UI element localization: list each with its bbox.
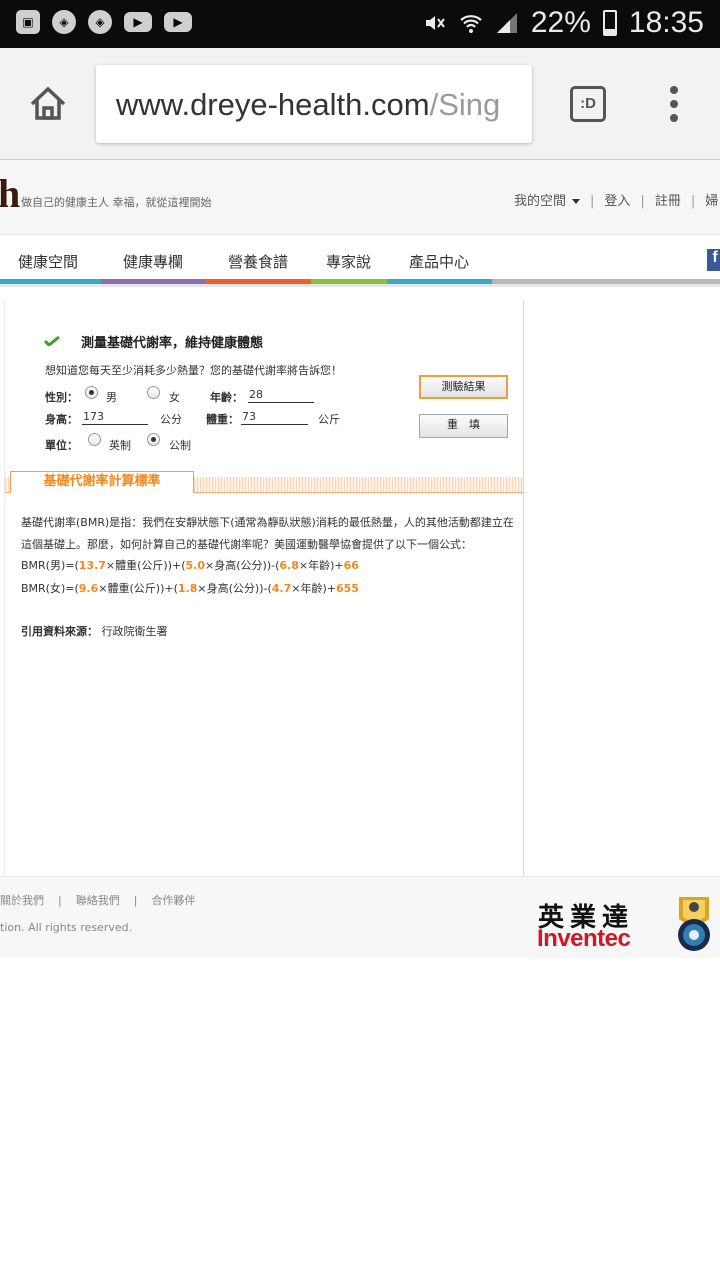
section-title: 基礎代謝率計算標準 xyxy=(10,471,194,493)
nav-item-experts[interactable]: 專家說 xyxy=(326,251,371,272)
weight-label: 體重： xyxy=(206,413,239,426)
bmr-formula-male: BMR(男)=(13.7×體重(公斤))+(5.0×身高(公分))-(6.8×年… xyxy=(21,559,359,572)
nav-item-health-column[interactable]: 健康專欄 xyxy=(123,251,183,272)
footer-link-about[interactable]: 關於我們 xyxy=(0,894,44,907)
unit-imperial-radio[interactable] xyxy=(88,433,101,446)
calculator-title: 測量基礎代謝率，維持健康體態 xyxy=(81,336,264,351)
login-link[interactable]: 登入 xyxy=(604,194,630,209)
footer-link-contact[interactable]: 聯絡我們 xyxy=(76,894,120,907)
tab-switcher-button[interactable]: :D xyxy=(570,86,606,122)
bmr-description: 基礎代謝率(BMR)是指：我們在安靜狀態下(通常為靜臥狀態)消耗的最低熱量，人的… xyxy=(21,516,514,551)
extra-link[interactable]: 婦 xyxy=(705,194,718,209)
weight-unit: 公斤 xyxy=(318,413,340,426)
nav-divider xyxy=(0,284,720,287)
copyright: tion. All rights reserved. xyxy=(0,921,133,934)
submit-button[interactable]: 測驗結果 xyxy=(419,375,508,399)
source-citation: 引用資料來源： 行政院衛生署 xyxy=(21,623,168,639)
facebook-icon[interactable]: f xyxy=(707,249,720,271)
register-link[interactable]: 註冊 xyxy=(655,194,681,209)
unit-metric-label: 公制 xyxy=(169,439,191,452)
calculator-subtitle: 想知道您每天至少消耗多少熱量？您的基礎代謝率將告訴您！ xyxy=(45,364,342,377)
url-domain: www.dreye-health.com xyxy=(116,87,430,122)
unit-label: 單位： xyxy=(45,439,78,452)
site-header: h 做自己的健康主人 幸福，就從這裡開始 我的空間 | 登入 | 註冊 | 婦 xyxy=(0,160,720,234)
height-label: 身高： xyxy=(45,413,78,426)
youtube-icon: ▶ xyxy=(124,12,152,32)
height-input[interactable]: 173 xyxy=(82,411,148,425)
overflow-menu-icon[interactable] xyxy=(664,86,684,122)
inventec-logo-en: Inventec xyxy=(537,925,631,952)
unit-imperial-label: 英制 xyxy=(109,439,131,452)
mute-icon xyxy=(425,16,445,30)
shield-icon: ◈ xyxy=(52,10,76,34)
youtube-icon: ▶ xyxy=(164,12,192,32)
bmr-formula-female: BMR(女)=(9.6×體重(公斤))+(1.8×身高(公分))-(4.7×年齡… xyxy=(21,582,359,595)
gender-label: 性別： xyxy=(45,391,78,404)
main-nav: 健康空間 健康專欄 營養食譜 專家說 產品中心 f xyxy=(0,234,720,282)
notification-icons: ▣ ◈ ◈ ▶ ▶ xyxy=(16,10,192,34)
chevron-down-icon[interactable] xyxy=(572,199,581,204)
battery-icon xyxy=(602,10,617,36)
web-page: h 做自己的健康主人 幸福，就從這裡開始 我的空間 | 登入 | 註冊 | 婦 健康空間 健… xyxy=(0,160,720,960)
unit-metric-radio[interactable] xyxy=(147,433,160,446)
home-icon[interactable] xyxy=(28,84,68,124)
source-label: 引用資料來源： xyxy=(21,625,98,638)
footer-link-partners[interactable]: 合作夥伴 xyxy=(151,894,195,907)
nav-item-products[interactable]: 產品中心 xyxy=(409,251,469,272)
gender-female-radio[interactable] xyxy=(147,386,160,399)
gender-male-label: 男 xyxy=(106,391,117,404)
gallery-icon: ▣ xyxy=(16,10,40,34)
clock: 18:35 xyxy=(628,6,704,39)
site-footer: 關於我們 | 聯絡我們 | 合作夥伴 tion. All rights reserved… xyxy=(0,876,720,958)
weight-input[interactable]: 73 xyxy=(241,411,308,425)
source-value: 行政院衛生署 xyxy=(101,625,168,638)
browser-toolbar: www.dreye-health.com/Sing :D xyxy=(0,48,720,160)
status-bar: ▣ ◈ ◈ ▶ ▶ 22% 18:35 xyxy=(0,0,720,48)
site-tagline: 做自己的健康主人 幸福，就從這裡開始 xyxy=(21,196,212,209)
wifi-icon xyxy=(460,15,482,33)
checkmark-icon xyxy=(44,336,60,346)
footer-links: 關於我們 | 聯絡我們 | 合作夥伴 xyxy=(0,894,196,907)
shield-icon: ◈ xyxy=(88,10,112,34)
nav-item-health-space[interactable]: 健康空間 xyxy=(18,251,78,272)
gender-female-label: 女 xyxy=(169,391,180,404)
my-space-link[interactable]: 我的空間 xyxy=(514,194,566,209)
gender-male-radio[interactable] xyxy=(85,386,98,399)
height-unit: 公分 xyxy=(160,413,182,426)
cell-signal-icon xyxy=(496,13,517,33)
age-label: 年齡： xyxy=(210,391,243,404)
site-logo[interactable]: h xyxy=(0,170,20,217)
nav-item-recipes[interactable]: 營養食譜 xyxy=(228,251,288,272)
battery-percent: 22% xyxy=(530,6,591,39)
system-status: 22% 18:35 xyxy=(423,6,704,40)
address-bar[interactable]: www.dreye-health.com/Sing xyxy=(96,65,532,143)
reset-button[interactable]: 重 填 xyxy=(419,414,508,438)
award-badge-icon xyxy=(678,897,710,951)
url-path: /Sing xyxy=(429,87,501,122)
account-links: 我的空間 | 登入 | 註冊 | 婦 xyxy=(514,194,719,209)
age-input[interactable]: 28 xyxy=(248,389,314,403)
